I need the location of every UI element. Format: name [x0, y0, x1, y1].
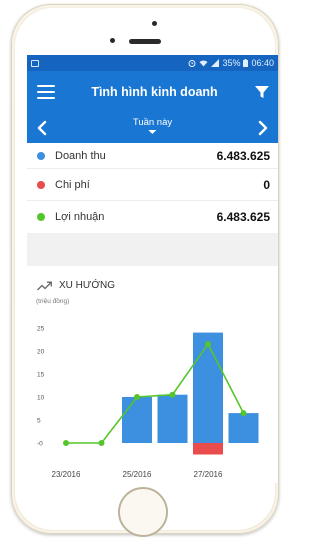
profit-point	[134, 394, 140, 400]
summary-label: Doanh thu	[55, 149, 106, 162]
summary-value: 6.483.625	[216, 148, 270, 163]
alarm-icon	[188, 60, 196, 67]
y-tick-label: 10	[37, 395, 45, 402]
app-bar: Tình hình kinh doanh	[27, 71, 278, 113]
front-camera	[152, 21, 157, 26]
y-tick-label: 15	[37, 372, 45, 379]
caret-down-icon	[148, 130, 157, 134]
page-title: Tình hình kinh doanh	[91, 85, 218, 99]
period-selector: Tuần này	[27, 113, 278, 143]
x-tick-label: 27/2016	[194, 470, 223, 479]
earpiece-speaker	[129, 39, 161, 44]
summary-list: Doanh thu 6.483.625 Chi phí 0 Lợi nhuận …	[27, 143, 278, 233]
summary-value: 0	[263, 177, 270, 192]
x-tick-label: 23/2016	[52, 470, 81, 479]
revenue-bar	[193, 332, 223, 443]
period-label: Tuần này	[132, 117, 173, 128]
expense-bar	[193, 443, 223, 455]
profit-point	[240, 410, 247, 417]
wifi-icon	[199, 60, 208, 67]
summary-row-profit[interactable]: Lợi nhuận 6.483.625	[27, 201, 278, 233]
y-tick-label: 20	[37, 349, 45, 356]
profit-point	[63, 440, 69, 446]
battery-icon	[243, 59, 249, 67]
y-tick-label: 25	[37, 326, 45, 333]
home-button[interactable]	[118, 487, 168, 537]
filter-icon[interactable]	[254, 84, 270, 100]
revenue-bar	[228, 413, 259, 443]
expense-dot-icon	[37, 180, 45, 189]
summary-value: 6.483.625	[216, 210, 270, 224]
summary-row-expense[interactable]: Chi phí 0	[27, 169, 278, 201]
status-time: 06:40	[251, 58, 274, 68]
proximity-sensor	[110, 38, 115, 43]
period-dropdown[interactable]: Tuần này	[133, 117, 172, 134]
profit-point	[98, 440, 105, 446]
signal-icon	[211, 59, 220, 67]
revenue-bar	[157, 394, 188, 443]
status-bar: 35% 06:40	[27, 55, 278, 71]
app-screen: 35% 06:40 Tình hình kinh doanh Tuần này …	[27, 55, 278, 483]
revenue-bar	[122, 397, 152, 443]
menu-icon[interactable]	[37, 85, 55, 99]
status-indicators: 35% 06:40	[188, 58, 274, 68]
y-tick-label: -0	[37, 441, 43, 448]
next-period-chevron-icon[interactable]	[256, 120, 270, 136]
profit-point	[169, 391, 176, 398]
notification-icon	[31, 59, 39, 67]
previous-period-chevron-icon[interactable]	[35, 120, 49, 136]
profit-point	[205, 341, 211, 348]
y-tick-label: 5	[37, 418, 41, 425]
summary-row-revenue[interactable]: Doanh thu 6.483.625	[27, 143, 278, 169]
profit-dot-icon	[37, 213, 45, 221]
summary-label: Chi phí	[55, 178, 90, 191]
summary-label: Lợi nhuận	[55, 211, 105, 223]
revenue-dot-icon	[37, 151, 45, 160]
trend-chart[interactable]: 25 20 15 10 5 -0 23/2016 25/2016 27/2016	[27, 266, 278, 483]
battery-percent: 35%	[222, 58, 241, 68]
trend-card: XU HƯỚNG (triệu đồng) 25 20 15 10 5 -0 23/2016…	[27, 266, 278, 483]
x-tick-label: 25/2016	[123, 470, 152, 479]
